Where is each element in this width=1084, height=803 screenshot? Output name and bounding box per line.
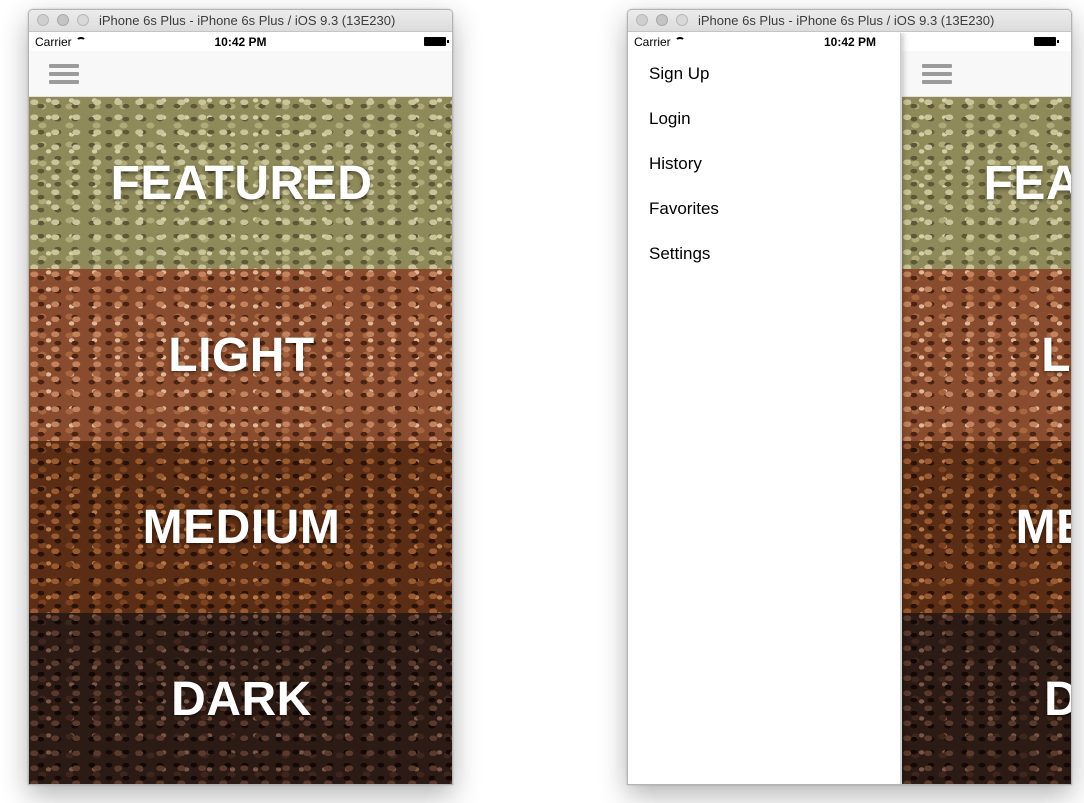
category-label: FEATURED (983, 156, 1071, 210)
simulator-window-main: iPhone 6s Plus - iPhone 6s Plus / iOS 9.… (28, 9, 453, 785)
status-bar (902, 33, 1071, 51)
pushed-content[interactable]: FEATURED LIGHT MEDIUM DARK (902, 33, 1071, 784)
category-tile-dark[interactable]: DARK (29, 613, 452, 784)
close-window-button[interactable] (37, 14, 49, 26)
menu-item-login[interactable]: Login (628, 96, 900, 141)
category-label: MEDIUM (1015, 500, 1071, 554)
carrier-label: Carrier (634, 35, 671, 49)
menu-item-sign-up[interactable]: Sign Up (628, 51, 900, 96)
category-label: LIGHT (1041, 328, 1071, 382)
category-label: FEATURED (110, 156, 373, 210)
category-label: DARK (171, 672, 312, 726)
category-label: LIGHT (168, 328, 315, 382)
category-list: FEATURED LIGHT MEDIUM DARK (29, 97, 452, 784)
category-tile-medium[interactable]: MEDIUM (29, 441, 452, 613)
phone-screen: Carrier 10:42 PM Sign Up Login History F… (628, 33, 1071, 784)
window-title: iPhone 6s Plus - iPhone 6s Plus / iOS 9.… (99, 13, 396, 28)
zoom-window-button[interactable] (676, 14, 688, 26)
category-tile-light[interactable]: LIGHT (29, 269, 452, 441)
window-title: iPhone 6s Plus - iPhone 6s Plus / iOS 9.… (698, 13, 995, 28)
menu-item-favorites[interactable]: Favorites (628, 186, 900, 231)
window-titlebar[interactable]: iPhone 6s Plus - iPhone 6s Plus / iOS 9.… (29, 10, 452, 32)
zoom-window-button[interactable] (77, 14, 89, 26)
window-titlebar[interactable]: iPhone 6s Plus - iPhone 6s Plus / iOS 9.… (628, 10, 1071, 32)
minimize-window-button[interactable] (57, 14, 69, 26)
category-tile-light[interactable]: LIGHT (902, 269, 1071, 441)
minimize-window-button[interactable] (656, 14, 668, 26)
status-bar: Carrier 10:42 PM (628, 33, 900, 51)
wifi-icon (674, 37, 685, 45)
hamburger-menu-icon[interactable] (922, 63, 952, 85)
menu-item-settings[interactable]: Settings (628, 231, 900, 276)
status-time: 10:42 PM (823, 35, 876, 49)
navigation-bar (902, 51, 1071, 97)
close-window-button[interactable] (636, 14, 648, 26)
category-tile-dark[interactable]: DARK (902, 613, 1071, 784)
category-label: DARK (902, 613, 1071, 784)
status-bar: Carrier 10:42 PM (29, 33, 452, 51)
menu-item-history[interactable]: History (628, 141, 900, 186)
phone-screen: Carrier 10:42 PM FEATURED LIGHT MEDIUM D… (29, 33, 452, 784)
battery-icon (1034, 37, 1059, 46)
status-time: 10:42 PM (214, 35, 267, 49)
battery-icon (424, 37, 449, 46)
category-tile-featured[interactable]: FEATURED (29, 97, 452, 269)
category-tile-featured[interactable]: FEATURED (902, 97, 1071, 269)
hamburger-menu-icon[interactable] (49, 63, 79, 85)
category-list: FEATURED LIGHT MEDIUM DARK (902, 97, 1071, 784)
simulator-window-menu-open: iPhone 6s Plus - iPhone 6s Plus / iOS 9.… (627, 9, 1072, 785)
category-tile-medium[interactable]: MEDIUM (902, 441, 1071, 613)
category-label: MEDIUM (142, 500, 341, 554)
navigation-bar (29, 51, 452, 97)
side-menu: Carrier 10:42 PM Sign Up Login History F… (628, 33, 901, 784)
side-menu-list: Sign Up Login History Favorites Settings (628, 51, 900, 276)
